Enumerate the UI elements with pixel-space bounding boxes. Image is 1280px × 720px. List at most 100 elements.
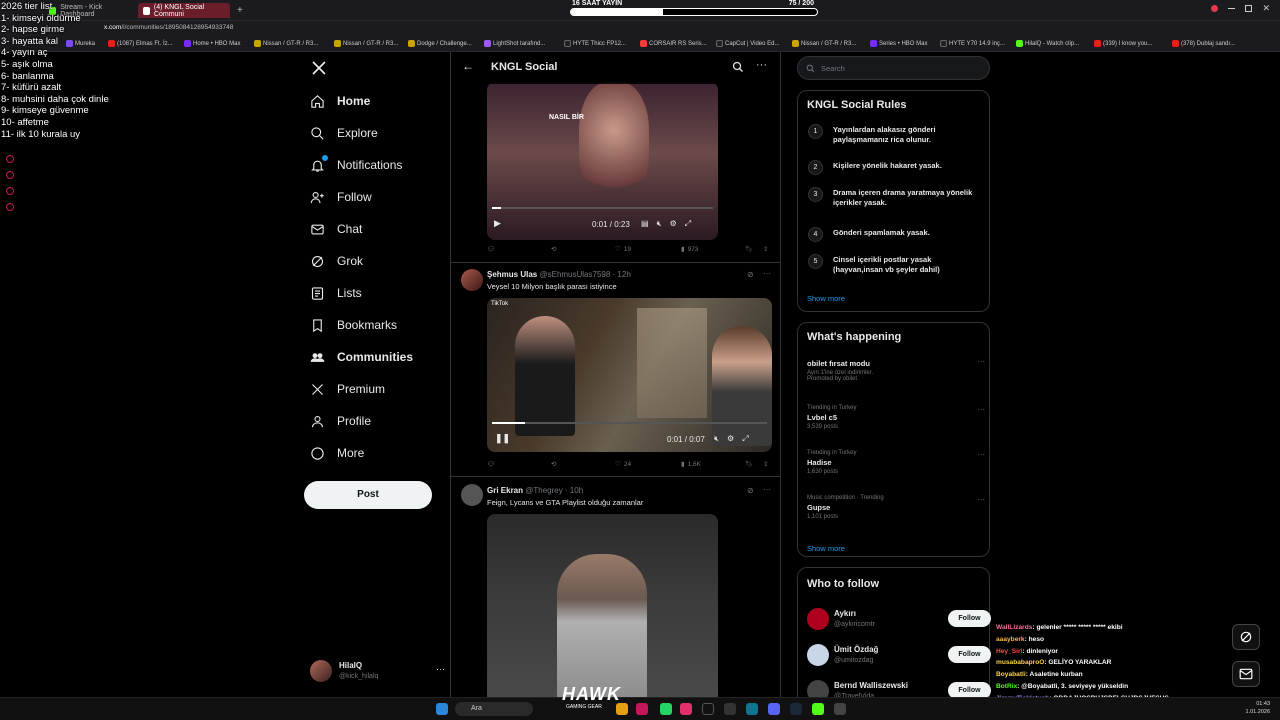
like-button[interactable]: ♡ 19	[615, 245, 631, 254]
bookmark-item[interactable]: CapCut | Video Ed...	[716, 40, 779, 47]
bookmark-item[interactable]: HYTE Thicc FP12...	[564, 40, 626, 47]
nav-item-more[interactable]: More	[310, 440, 364, 466]
post-button[interactable]: Post	[304, 481, 432, 509]
windows-start-icon[interactable]	[436, 703, 448, 715]
browser-icon[interactable]	[636, 703, 648, 715]
show-more-link[interactable]: Show more	[807, 544, 845, 553]
close-icon[interactable]: ✕	[1262, 4, 1270, 13]
app-icon[interactable]	[746, 703, 758, 715]
community-rule[interactable]: 2 Kişilere yönelik hakaret yasak.	[808, 160, 983, 175]
taskbar-search[interactable]: Ara	[455, 702, 533, 716]
more-dots-icon[interactable]: ···	[763, 485, 771, 494]
bookmark-item[interactable]: Nissan / GT-R / R3...	[334, 40, 398, 47]
tiktok-icon[interactable]	[702, 703, 714, 715]
maximize-icon[interactable]	[1245, 5, 1253, 12]
repost-icon[interactable]: ⟲	[551, 245, 556, 253]
follow-button[interactable]: Follow	[948, 610, 991, 627]
repost-icon[interactable]: ⟲	[551, 460, 556, 468]
play-icon[interactable]: ▶	[494, 218, 501, 229]
views-count[interactable]: ▮ 973	[681, 245, 698, 254]
mute-icon[interactable]: 🔇︎	[714, 434, 719, 444]
bookmark-item[interactable]: HilalQ - Watch clip...	[1016, 40, 1079, 47]
bookmark-item[interactable]: Nissan / GT-R / R3...	[254, 40, 318, 47]
trend-item[interactable]: Trending in Turkey Hadise 1,630 posts ···	[807, 450, 985, 475]
app-icon[interactable]	[724, 703, 736, 715]
search-input[interactable]: Search	[797, 56, 990, 80]
community-rule[interactable]: 5 Cinsel içerikli postlar yasak (hayvan,i…	[808, 254, 983, 275]
mute-icon[interactable]: 🔇︎	[657, 219, 662, 229]
reply-icon[interactable]: 💬︎	[487, 245, 495, 253]
taskbar-clock[interactable]: 01:43 1.01.2026	[1246, 700, 1270, 716]
more-dots-icon[interactable]: ···	[436, 664, 445, 674]
bookmark-item[interactable]: (339) I know you...	[1094, 40, 1152, 47]
bookmark-icon[interactable]: 🔖︎	[745, 460, 753, 468]
nav-item-notifications[interactable]: Notifications	[310, 152, 402, 178]
community-rule[interactable]: 1 Yayınlardan alakasız gönderi paylaşmama…	[808, 124, 983, 145]
more-dots-icon[interactable]: ···	[756, 59, 767, 71]
video-player[interactable]	[487, 514, 718, 700]
file-explorer-icon[interactable]	[616, 703, 628, 715]
trend-item[interactable]: obilet fırsat modu Ayın 1'ine özel indiri…	[807, 357, 985, 382]
trend-item[interactable]: Music competition · Trending Gupse 1,101 p…	[807, 495, 985, 520]
kick-icon[interactable]	[812, 703, 824, 715]
more-dots-icon[interactable]: ···	[977, 495, 985, 504]
settings-icon[interactable]: ⚙	[727, 434, 734, 444]
whatsapp-icon[interactable]	[660, 703, 672, 715]
nav-item-premium[interactable]: Premium	[310, 376, 385, 402]
more-dots-icon[interactable]: ···	[977, 405, 985, 414]
trend-item[interactable]: Trending in Turkey Lvbel c5 3,539 posts ···	[807, 405, 985, 430]
more-dots-icon[interactable]: ···	[763, 269, 771, 278]
avatar[interactable]	[461, 484, 483, 506]
avatar[interactable]	[461, 269, 483, 291]
nav-item-profile[interactable]: Profile	[310, 408, 371, 434]
steam-icon[interactable]	[790, 703, 802, 715]
nav-item-follow[interactable]: Follow	[310, 184, 372, 210]
grok-icon[interactable]: ⊘	[747, 486, 754, 495]
like-button[interactable]: ♡ 24	[615, 460, 631, 469]
instagram-icon[interactable]	[680, 703, 692, 715]
show-more-link[interactable]: Show more	[807, 294, 845, 303]
captions-icon[interactable]: ▤	[641, 219, 649, 229]
bookmark-item[interactable]: Series • HBO Max	[870, 40, 927, 47]
messages-float-button[interactable]	[1232, 661, 1260, 687]
fullscreen-icon[interactable]: ⤢	[685, 219, 691, 229]
bookmark-item[interactable]: CORSAIR RS Seris...	[640, 40, 707, 47]
settings-icon[interactable]: ⚙	[670, 219, 677, 229]
views-count[interactable]: ▮ 1.6K	[681, 460, 701, 469]
pause-icon[interactable]: ❚❚	[495, 433, 510, 444]
x-logo-icon[interactable]	[311, 60, 327, 76]
nav-item-home[interactable]: Home	[310, 88, 370, 114]
fullscreen-icon[interactable]: ⤢	[742, 434, 748, 444]
minimize-icon[interactable]	[1228, 8, 1236, 9]
follow-suggestion[interactable]: Aykırı @aykiricomtr Follow	[807, 606, 991, 634]
bookmark-item[interactable]: Home • HBO Max	[184, 40, 240, 47]
video-scrubber[interactable]	[492, 207, 713, 209]
nav-item-chat[interactable]: Chat	[310, 216, 362, 242]
nav-item-communities[interactable]: Communities	[310, 344, 413, 370]
community-rule[interactable]: 3 Drama içeren drama yaratmaya yönelik iç…	[808, 187, 983, 208]
bookmark-item[interactable]: LightShot tarafınd...	[484, 40, 545, 47]
grok-icon[interactable]: ⊘	[747, 270, 754, 279]
grok-float-button[interactable]	[1232, 624, 1260, 650]
nav-item-explore[interactable]: Explore	[310, 120, 378, 146]
video-scrubber[interactable]	[492, 422, 767, 424]
share-icon[interactable]: ⇪	[763, 245, 768, 253]
community-rule[interactable]: 4 Gönderi spamlamak yasak.	[808, 227, 983, 242]
more-dots-icon[interactable]: ···	[977, 357, 985, 366]
bookmark-item[interactable]: Nissan / GT-R / R3...	[792, 40, 856, 47]
discord-icon[interactable]	[768, 703, 780, 715]
video-player[interactable]: TikTok ❚❚ 0:01 / 0:07 🔇︎ ⚙ ⤢	[487, 298, 772, 452]
bookmark-item[interactable]: Dodge / Challenge...	[408, 40, 472, 47]
bookmark-icon[interactable]: 🔖︎	[745, 245, 753, 253]
nav-item-lists[interactable]: Lists	[310, 280, 362, 306]
video-player[interactable]: NASIL BİR ▶ 0:01 / 0:23 ▤ 🔇︎ ⚙ ⤢	[487, 82, 718, 240]
search-icon[interactable]	[732, 61, 744, 73]
app-icon[interactable]	[834, 703, 846, 715]
follow-suggestion[interactable]: Ümit Özdağ @umitozdag Follow	[807, 642, 991, 670]
account-switcher[interactable]: HilalQ @kick_hilalq ···	[310, 658, 445, 686]
reply-icon[interactable]: 💬︎	[487, 460, 495, 468]
share-icon[interactable]: ⇪	[763, 460, 768, 468]
new-tab-button[interactable]: +	[232, 3, 244, 18]
bookmark-item[interactable]: HYTE Y70 14.9 inç...	[940, 40, 1005, 47]
nav-item-grok[interactable]: Grok	[310, 248, 363, 274]
